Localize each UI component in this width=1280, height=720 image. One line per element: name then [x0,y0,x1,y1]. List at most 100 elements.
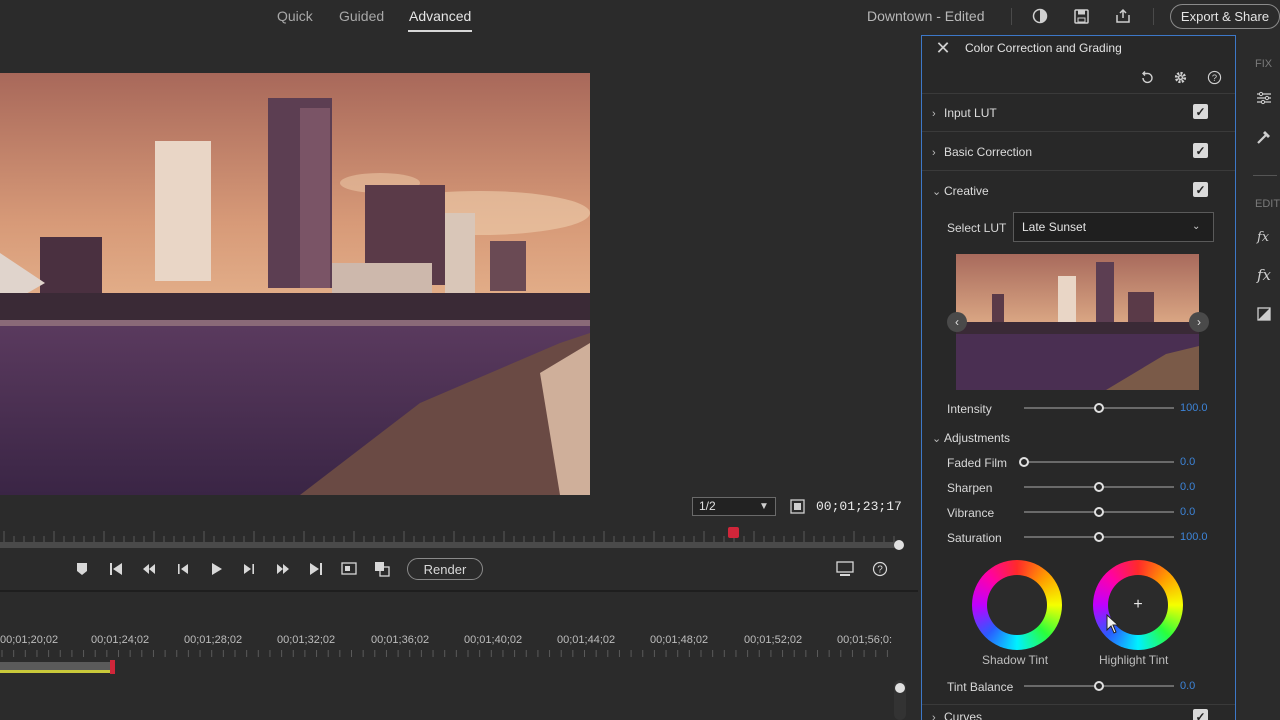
export-frame-icon[interactable] [340,560,358,578]
input-lut-checkbox[interactable]: ✓ [1193,104,1208,119]
ruler-label: 00;01;28;02 [184,634,243,646]
section-input-lut[interactable]: › Input LUT [932,106,997,120]
scrubber-end-handle[interactable] [894,540,904,550]
program-monitor-preview [0,73,590,495]
curves-checkbox[interactable]: ✓ [1193,709,1208,720]
section-basic-correction[interactable]: › Basic Correction [932,145,1032,159]
add-marker-icon[interactable] [73,560,91,578]
export-share-button[interactable]: Export & Share [1170,4,1280,29]
mouse-cursor-icon [1106,613,1120,637]
svg-text:fx: fx [1256,230,1270,245]
document-title: Downtown - Edited [867,8,985,24]
highlight-tint-label: Highlight Tint [1099,653,1169,667]
section-creative[interactable]: ⌄ Creative [932,184,989,198]
lut-dropdown[interactable]: Late Sunset [1013,212,1214,242]
ruler-label: 00;01;48;02 [650,634,709,646]
ruler-label: 00;01;40;02 [464,634,523,646]
sharpen-slider-knob[interactable] [1094,482,1104,492]
creative-checkbox[interactable]: ✓ [1193,182,1208,197]
previous-lut-button[interactable]: ‹ [947,312,967,332]
chevron-right-icon: › [932,712,936,720]
help-icon[interactable]: ? [871,560,889,578]
active-tab-indicator [408,30,472,32]
chevron-down-icon: ⌄ [1192,221,1201,232]
panel-title: Color Correction and Grading [965,41,1122,55]
next-lut-button[interactable]: › [1189,312,1209,332]
intensity-value[interactable]: 100.0 [1180,402,1208,414]
gear-icon[interactable] [1172,69,1189,86]
close-icon[interactable]: ✕ [935,39,951,57]
rewind-icon[interactable] [140,560,158,578]
step-forward-icon[interactable] [240,560,258,578]
monitor-settings-icon[interactable] [836,560,854,578]
vibrance-slider-knob[interactable] [1094,507,1104,517]
timeline-scroll-handle[interactable] [895,683,905,693]
saturation-slider-knob[interactable] [1094,532,1104,542]
lut-preview-thumbnail [956,254,1199,390]
fast-forward-icon[interactable] [274,560,292,578]
tint-balance-slider-knob[interactable] [1094,681,1104,691]
reset-icon[interactable] [1138,69,1155,86]
ruler-label: 00;01;20;02 [0,634,59,646]
sharpen-value[interactable]: 0.0 [1180,481,1195,493]
fix-label: FIX [1255,58,1273,70]
help-icon[interactable]: ? [1206,69,1223,86]
basic-correction-checkbox[interactable]: ✓ [1193,143,1208,158]
render-button[interactable]: Render [407,558,483,580]
scrubber-ticks [3,531,895,542]
tint-balance-value[interactable]: 0.0 [1180,680,1195,692]
divider [922,704,1235,705]
go-to-end-icon[interactable] [307,560,325,578]
adjustment-layer-icon[interactable] [1255,305,1273,323]
go-to-start-icon[interactable] [107,560,125,578]
save-icon[interactable] [1071,6,1091,26]
svg-text:fx: fx [1256,267,1272,283]
fit-frame-icon[interactable] [790,499,805,514]
saturation-value[interactable]: 100.0 [1180,531,1208,543]
svg-text:?: ? [1212,73,1217,83]
tools-icon[interactable] [1255,128,1273,146]
sharpen-label: Sharpen [947,481,993,495]
chevron-down-icon: ⌄ [932,186,942,198]
section-adjustments[interactable]: ⌄ Adjustments [932,431,1010,445]
svg-text:?: ? [877,565,883,576]
share-icon[interactable] [1113,6,1133,26]
tab-advanced[interactable]: Advanced [409,8,471,24]
vibrance-value[interactable]: 0.0 [1180,506,1195,518]
timeline-playhead[interactable] [110,660,115,674]
ruler-label: 00;01;32;02 [277,634,336,646]
effects-fx-icon[interactable]: fx [1255,228,1273,246]
faded-film-slider-track[interactable] [1024,461,1174,463]
tint-balance-label: Tint Balance [947,680,1014,694]
ruler-label: 00;01;44;02 [557,634,616,646]
ruler-label: 00;01;56;0: [837,634,893,646]
faded-film-value[interactable]: 0.0 [1180,456,1195,468]
vibrance-label: Vibrance [947,506,995,520]
applied-effects-fx-icon[interactable]: fx [1255,266,1273,284]
shadow-tint-label: Shadow Tint [982,653,1049,667]
chevron-down-icon: ▼ [759,501,769,512]
divider [922,131,1235,132]
ruler-label: 00;01;24;02 [91,634,150,646]
saturation-label: Saturation [947,531,1002,545]
shadow-tint-wheel[interactable] [972,560,1062,650]
step-back-icon[interactable] [174,560,192,578]
playhead-marker[interactable] [728,527,739,538]
sliders-icon[interactable] [1255,89,1273,107]
safe-margins-icon[interactable] [373,560,391,578]
divider [1153,8,1154,25]
tab-quick[interactable]: Quick [277,8,313,24]
faded-film-slider-knob[interactable] [1019,457,1029,467]
section-curves[interactable]: › Curves [932,710,982,720]
contrast-icon[interactable] [1030,6,1050,26]
intensity-slider-knob[interactable] [1094,403,1104,413]
play-icon[interactable] [207,560,225,578]
ruler-label: 00;01;52;02 [744,634,803,646]
scrubber-track[interactable] [0,542,898,548]
wheel-center [987,575,1047,635]
tab-guided[interactable]: Guided [339,8,384,24]
chevron-down-icon: ⌄ [932,433,942,445]
timeline-divider [0,590,918,592]
current-timecode: 00;01;23;17 [816,499,902,514]
chevron-right-icon: › [932,147,936,159]
